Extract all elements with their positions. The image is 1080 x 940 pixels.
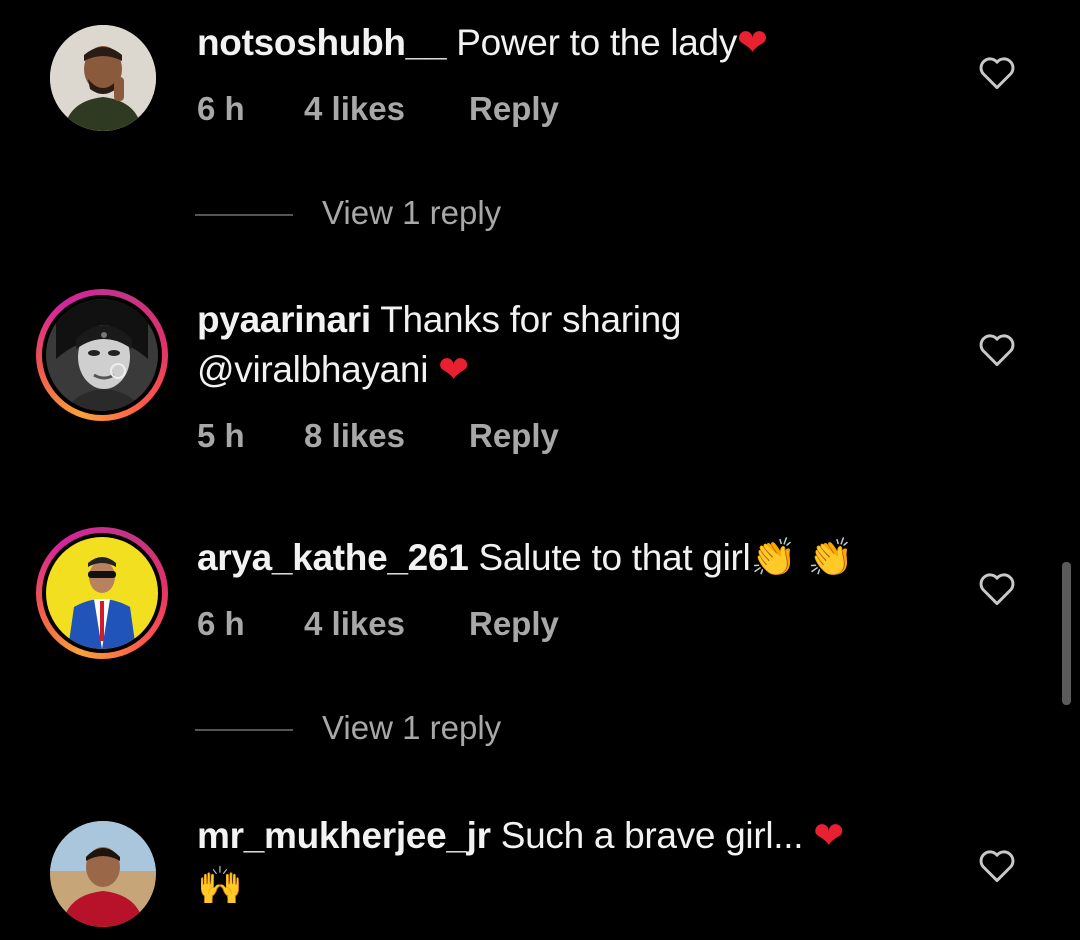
red-heart-emoji-icon: ❤ xyxy=(813,814,844,857)
avatar-story-ring[interactable] xyxy=(36,527,168,659)
like-button[interactable] xyxy=(977,570,1017,606)
avatar-story-ring[interactable] xyxy=(36,289,168,421)
red-heart-emoji-icon: ❤ xyxy=(737,21,768,64)
comment-username[interactable]: arya_kathe_261 xyxy=(197,537,469,578)
comment-time: 6 h xyxy=(197,605,245,642)
comment-time: 5 h xyxy=(197,417,245,454)
scrollbar[interactable] xyxy=(1062,562,1071,705)
view-replies-label[interactable]: View 1 reply xyxy=(322,709,501,747)
comment-username[interactable]: notsoshubh__ xyxy=(197,22,447,63)
comment-text: Power to the lady xyxy=(456,22,738,63)
comment-username[interactable]: pyaarinari xyxy=(197,299,371,340)
comment-likes[interactable]: 8 likes xyxy=(304,417,405,455)
avatar-image xyxy=(46,299,158,411)
mention-link[interactable]: @viralbhayani xyxy=(197,349,428,390)
comment-text: Salute to that girl xyxy=(478,537,751,578)
like-button[interactable] xyxy=(977,54,1017,90)
clapping-hands-emoji-icon: 👏 👏 xyxy=(750,536,854,579)
comment-text: Such a brave girl... xyxy=(500,815,804,856)
like-button[interactable] xyxy=(977,847,1017,883)
comment-text: Thanks for sharing xyxy=(380,299,682,340)
raising-hands-emoji-icon: 🙌 xyxy=(197,864,243,907)
reply-button[interactable]: Reply xyxy=(469,417,559,455)
heart-outline-icon xyxy=(979,850,1015,883)
heart-outline-icon xyxy=(979,573,1015,606)
divider xyxy=(195,214,293,216)
reply-button[interactable]: Reply xyxy=(469,90,559,128)
red-heart-emoji-icon: ❤ xyxy=(438,348,469,391)
heart-outline-icon xyxy=(979,334,1015,367)
divider xyxy=(195,729,293,731)
comment-likes[interactable]: 4 likes xyxy=(304,605,405,643)
comment-username[interactable]: mr_mukherjee_jr xyxy=(197,815,491,856)
view-replies-label[interactable]: View 1 reply xyxy=(322,194,501,232)
heart-outline-icon xyxy=(979,57,1015,90)
reply-button[interactable]: Reply xyxy=(469,605,559,643)
comment-likes[interactable]: 4 likes xyxy=(304,90,405,128)
avatar-image xyxy=(46,537,158,649)
comment-time: 6 h xyxy=(197,90,245,127)
avatar[interactable] xyxy=(37,12,169,144)
avatar[interactable] xyxy=(37,808,169,940)
like-button[interactable] xyxy=(977,331,1017,367)
avatar-image xyxy=(50,821,156,927)
avatar-image xyxy=(50,25,156,131)
